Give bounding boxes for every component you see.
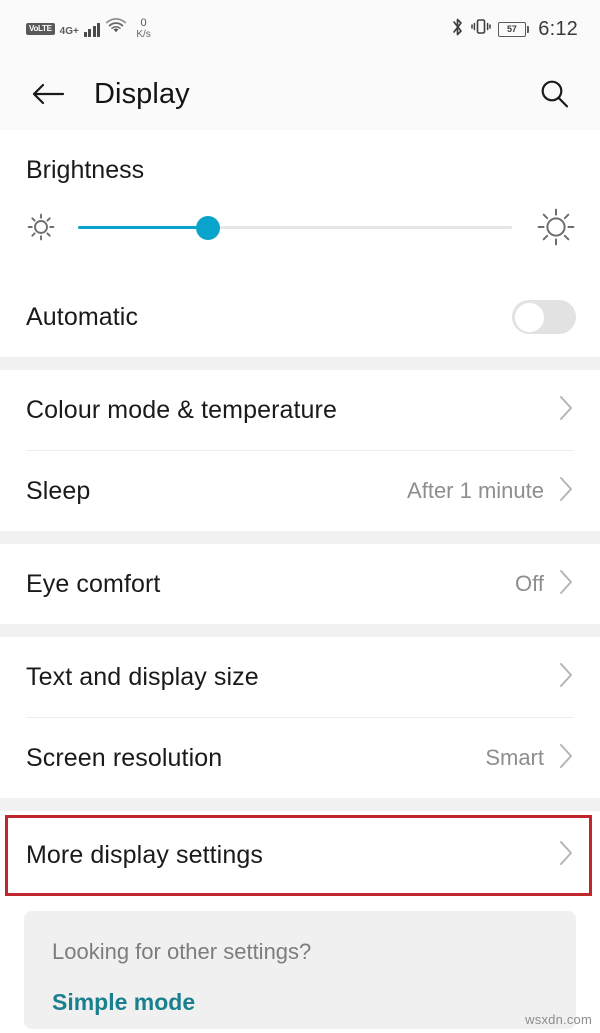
slider-thumb[interactable] [196, 216, 221, 240]
brightness-label: Brightness [26, 156, 145, 184]
vibrate-icon [471, 17, 491, 41]
chevron-right-icon [556, 659, 576, 696]
footer-area: Looking for other settings? Simple mode [0, 899, 600, 1029]
brightness-section: Brightness Automatic [0, 130, 600, 357]
bluetooth-icon [451, 17, 464, 42]
app-bar: Display [0, 58, 600, 130]
battery-icon: 57 [497, 21, 530, 37]
row-label: Sleep [26, 476, 91, 505]
row-value: After 1 minute [407, 478, 544, 503]
row-screen-resolution[interactable]: Screen resolution Smart [0, 718, 600, 798]
slider-fill [78, 226, 209, 229]
row-text-and-display-size[interactable]: Text and display size [0, 637, 600, 717]
status-bar-left: VoLTE 4G+ 0 K/s [26, 16, 151, 40]
row-value: Smart [485, 745, 544, 770]
chevron-right-icon [556, 392, 576, 429]
row-label: Screen resolution [26, 743, 223, 772]
automatic-label: Automatic [26, 302, 139, 331]
network-type-label: 4G+ [59, 25, 79, 37]
row-label: Colour mode & temperature [26, 395, 337, 424]
row-colour-mode-temperature[interactable]: Colour mode & temperature [0, 370, 600, 450]
section-divider [0, 357, 600, 370]
status-bar-right: 57 6:12 [451, 17, 578, 42]
text-resolution-section: Text and display size Screen resolution … [0, 637, 600, 798]
other-settings-question: Looking for other settings? [52, 939, 312, 964]
row-label: Text and display size [26, 662, 259, 691]
simple-mode-link[interactable]: Simple mode [52, 989, 576, 1016]
search-icon[interactable] [532, 72, 576, 116]
status-bar: VoLTE 4G+ 0 K/s 57 6:12 [0, 0, 600, 58]
automatic-toggle[interactable] [512, 300, 576, 334]
signal-bars-icon [83, 21, 101, 37]
brightness-slider[interactable] [78, 213, 512, 241]
section-divider [0, 624, 600, 637]
chevron-right-icon [556, 740, 576, 777]
row-sleep[interactable]: Sleep After 1 minute [0, 451, 600, 531]
back-arrow-icon[interactable] [26, 72, 70, 116]
colour-sleep-section: Colour mode & temperature Sleep After 1 … [0, 370, 600, 531]
row-label: Eye comfort [26, 569, 161, 598]
battery-cap [526, 25, 530, 33]
eye-comfort-section: Eye comfort Off [0, 544, 600, 624]
data-speed-unit: K/s [136, 28, 151, 40]
row-label: More display settings [26, 840, 263, 869]
section-divider [0, 798, 600, 811]
row-eye-comfort[interactable]: Eye comfort Off [0, 544, 600, 624]
chevron-right-icon [556, 566, 576, 603]
page-title: Display [94, 77, 190, 110]
toggle-knob [513, 301, 545, 333]
wifi-icon [105, 18, 127, 40]
battery-percent-label: 57 [497, 21, 526, 37]
other-settings-card: Looking for other settings? Simple mode [24, 911, 576, 1029]
row-more-display-settings[interactable]: More display settings [0, 811, 600, 899]
display-settings-screen: VoLTE 4G+ 0 K/s 57 6:12 Display Brightne… [0, 0, 600, 1033]
chevron-right-icon [556, 473, 576, 510]
sun-low-icon [24, 210, 58, 244]
chevron-right-icon [556, 837, 576, 874]
sun-high-icon [534, 205, 578, 249]
clock-label: 6:12 [538, 17, 578, 40]
data-speed-value: 0 [140, 16, 147, 29]
row-value: Off [515, 571, 544, 596]
watermark: wsxdn.com [525, 1012, 592, 1027]
volte-icon: VoLTE [26, 22, 55, 35]
automatic-brightness-row[interactable]: Automatic [0, 277, 600, 357]
section-divider [0, 531, 600, 544]
data-speed-indicator: 0 K/s [136, 16, 151, 40]
more-display-settings-section: More display settings [0, 811, 600, 899]
brightness-slider-row [0, 185, 600, 277]
